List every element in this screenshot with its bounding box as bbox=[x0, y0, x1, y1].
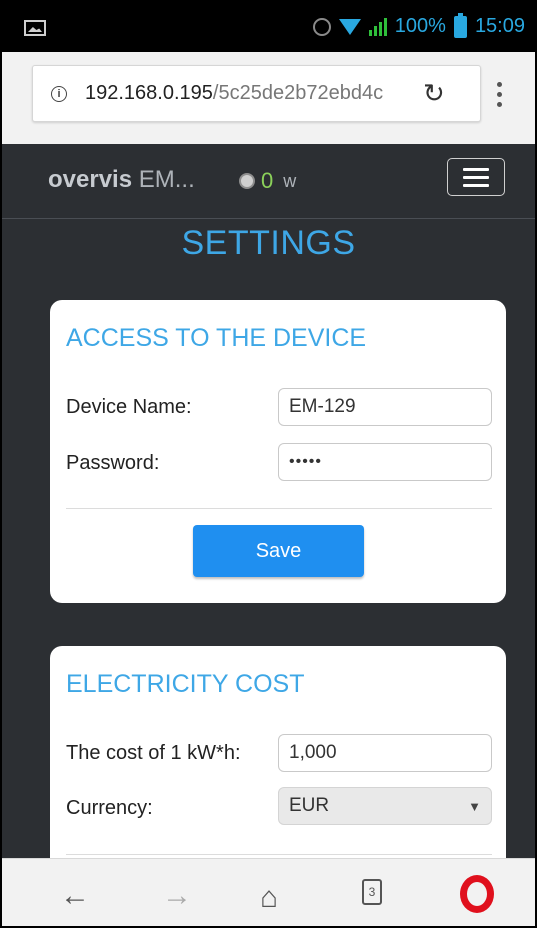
electricity-cost-card: ELECTRICITY COST The cost of 1 kW*h: 1,0… bbox=[50, 646, 506, 858]
brand-device: EM... bbox=[132, 166, 195, 193]
address-bar[interactable]: i 192.168.0.195/5c25de2b72ebd4c ↻ bbox=[32, 65, 481, 122]
brand-name: overvis bbox=[48, 166, 133, 193]
cost-card-title: ELECTRICITY COST bbox=[66, 670, 305, 698]
device-name-input[interactable]: EM-129 bbox=[278, 388, 492, 426]
url-host: 192.168.0.195 bbox=[85, 82, 213, 104]
device-name-label: Device Name: bbox=[66, 396, 192, 418]
password-label: Password: bbox=[66, 452, 160, 474]
battery-percent: 100% bbox=[394, 15, 446, 37]
back-arrow-icon[interactable]: ← bbox=[60, 879, 90, 913]
chevron-down-icon: ▼ bbox=[468, 798, 481, 814]
status-icons: 100% 15:09 bbox=[312, 12, 525, 38]
brand-logo[interactable]: overvis EM... bbox=[48, 166, 195, 194]
power-value: 0 bbox=[261, 168, 274, 193]
kebab-menu-icon[interactable] bbox=[497, 82, 503, 112]
currency-label: Currency: bbox=[66, 797, 153, 819]
home-icon[interactable]: ⌂ bbox=[260, 881, 278, 915]
url-text[interactable]: 192.168.0.195/5c25de2b72ebd4c bbox=[85, 82, 411, 105]
access-card: ACCESS TO THE DEVICE Device Name: EM-129… bbox=[50, 300, 506, 603]
card-divider bbox=[66, 854, 492, 855]
save-button[interactable]: Save bbox=[193, 525, 364, 577]
password-input[interactable]: ••••• bbox=[278, 443, 492, 481]
card-divider bbox=[66, 508, 492, 509]
cost-input[interactable]: 1,000 bbox=[278, 734, 492, 772]
browser-bottom-nav: ← → ⌂ 3 bbox=[2, 858, 535, 926]
status-dot-icon bbox=[239, 173, 255, 189]
signal-icon bbox=[368, 17, 387, 36]
power-indicator: 0 w bbox=[239, 168, 296, 194]
access-card-title: ACCESS TO THE DEVICE bbox=[66, 324, 367, 352]
hamburger-menu-button[interactable] bbox=[447, 158, 505, 196]
web-page: overvis EM... 0 w SETTINGS ACCESS TO THE… bbox=[2, 144, 535, 858]
wifi-icon bbox=[338, 18, 361, 35]
page-title: SETTINGS bbox=[181, 224, 356, 262]
site-navbar: overvis EM... 0 w bbox=[2, 144, 535, 219]
power-unit: w bbox=[283, 170, 297, 191]
cost-label: The cost of 1 kW*h: bbox=[66, 742, 241, 764]
battery-icon bbox=[453, 12, 467, 38]
info-icon[interactable]: i bbox=[51, 85, 67, 102]
opera-icon[interactable] bbox=[460, 875, 494, 913]
status-bar: 100% 15:09 bbox=[2, 2, 535, 52]
device-frame: 100% 15:09 i 192.168.0.195/5c25de2b72ebd… bbox=[0, 0, 537, 928]
tabs-icon[interactable]: 3 bbox=[362, 879, 382, 905]
reload-icon[interactable]: ↻ bbox=[423, 78, 445, 109]
currency-select[interactable]: EUR ▼ bbox=[278, 787, 492, 825]
alarm-icon bbox=[312, 17, 331, 36]
url-path: /5c25de2b72ebd4c bbox=[212, 82, 384, 104]
currency-value: EUR bbox=[289, 795, 330, 816]
clock: 15:09 bbox=[474, 15, 525, 37]
forward-arrow-icon[interactable]: → bbox=[162, 879, 192, 913]
image-icon bbox=[24, 20, 46, 36]
browser-toolbar: i 192.168.0.195/5c25de2b72ebd4c ↻ bbox=[2, 52, 535, 144]
